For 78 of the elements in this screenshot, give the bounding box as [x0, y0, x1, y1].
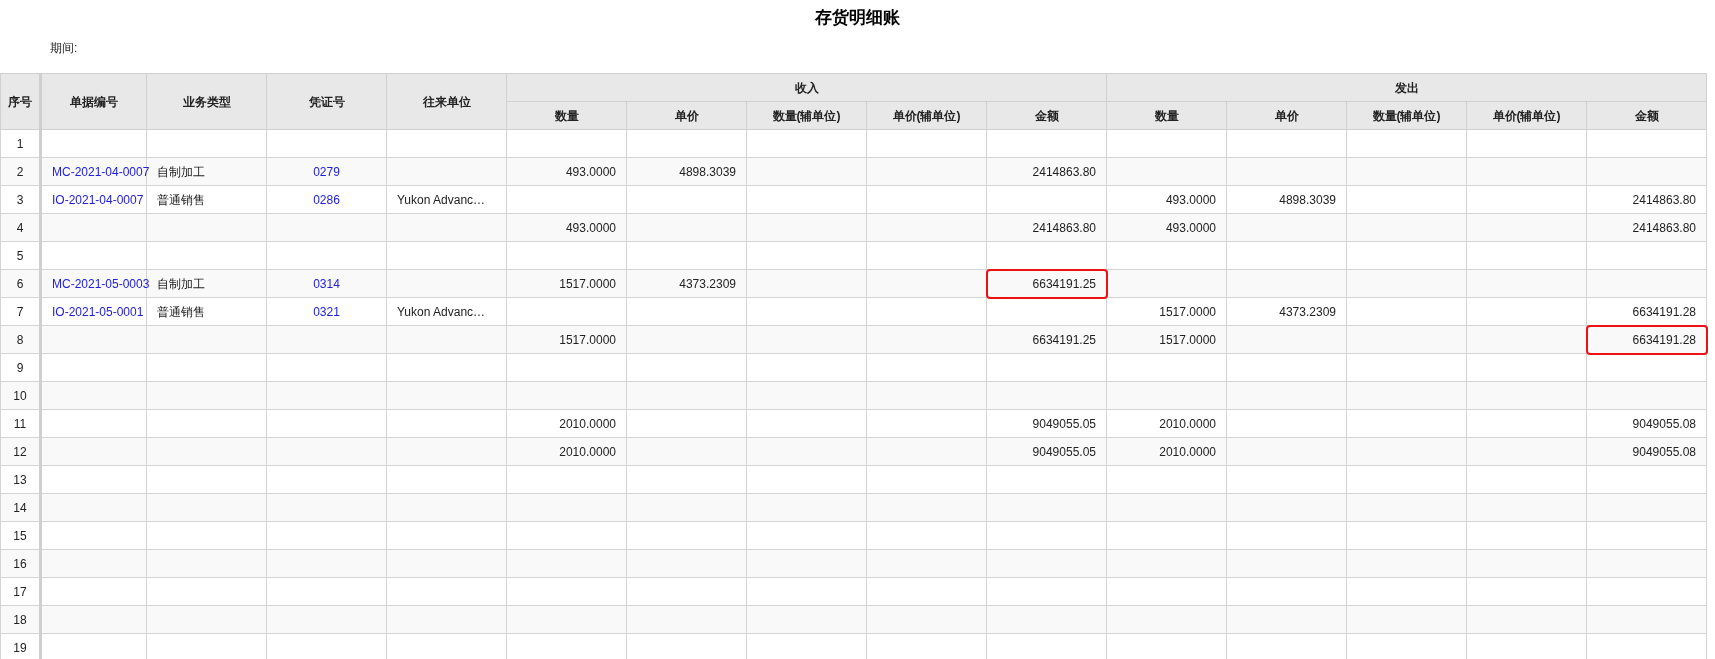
row-number: 2: [0, 157, 41, 186]
row-number: 18: [0, 605, 41, 634]
table-cell: 1517.0000: [506, 269, 627, 298]
voucher-link[interactable]: 0314: [266, 269, 387, 298]
table-cell: 493.0000: [1106, 185, 1227, 214]
table-cell: 4898.3039: [1226, 185, 1347, 214]
column-header: 金额: [1586, 101, 1707, 130]
row-number: 10: [0, 381, 41, 410]
column-header: 往来单位: [386, 73, 507, 130]
document-link[interactable]: IO-2021-05-0001: [40, 297, 147, 326]
column-header: 序号: [0, 73, 41, 130]
column-header: 单价: [626, 101, 747, 130]
column-header: 单据编号: [40, 73, 147, 130]
table-cell: 2414863.80: [1586, 185, 1707, 214]
column-header: 单价: [1226, 101, 1347, 130]
table-cell: Yukon Advanc…: [386, 297, 507, 326]
table-cell: 6634191.25: [986, 269, 1107, 298]
table-cell: 9049055.05: [986, 409, 1107, 438]
row-number: 3: [0, 185, 41, 214]
table-cell: 6634191.25: [986, 325, 1107, 354]
table-cell: 2010.0000: [506, 409, 627, 438]
table-cell: 6634191.28: [1586, 325, 1707, 354]
table-cell: 普通销售: [146, 185, 267, 214]
table-cell: 493.0000: [506, 157, 627, 186]
table-cell: 9049055.08: [1586, 409, 1707, 438]
table-cell: 1517.0000: [1106, 297, 1227, 326]
voucher-link[interactable]: 0279: [266, 157, 387, 186]
row-number: 13: [0, 465, 41, 494]
table-cell: 普通销售: [146, 297, 267, 326]
table-cell: 4373.2309: [1226, 297, 1347, 326]
row-number: 5: [0, 241, 41, 270]
column-header: 数量(辅单位): [746, 101, 867, 130]
column-header: 单价(辅单位): [866, 101, 987, 130]
column-header: 数量(辅单位): [1346, 101, 1467, 130]
column-group-header: 收入: [506, 73, 1107, 102]
row-number: 14: [0, 493, 41, 522]
table-cell: 2414863.80: [1586, 213, 1707, 242]
table-cell: 1517.0000: [506, 325, 627, 354]
row-number: 7: [0, 297, 41, 326]
column-header: 凭证号: [266, 73, 387, 130]
row-number: 1: [0, 129, 41, 158]
document-link[interactable]: MC-2021-04-0007: [40, 157, 147, 186]
table-cell: 1517.0000: [1106, 325, 1227, 354]
table-cell: Yukon Advanc…: [386, 185, 507, 214]
table-cell: 4373.2309: [626, 269, 747, 298]
row-number: 8: [0, 325, 41, 354]
voucher-link[interactable]: 0286: [266, 185, 387, 214]
table-cell: 2010.0000: [1106, 409, 1227, 438]
document-link[interactable]: IO-2021-04-0007: [40, 185, 147, 214]
column-header: 数量: [1106, 101, 1227, 130]
document-link[interactable]: MC-2021-05-0003: [40, 269, 147, 298]
row-number: 9: [0, 353, 41, 382]
table-cell: 6634191.28: [1586, 297, 1707, 326]
table-cell: 2414863.80: [986, 213, 1107, 242]
table-cell: 9049055.08: [1586, 437, 1707, 466]
table-cell: 2010.0000: [1106, 437, 1227, 466]
period-label: 期间:: [50, 40, 78, 57]
table-cell: 2414863.80: [986, 157, 1107, 186]
column-header: 业务类型: [146, 73, 267, 130]
row-number: 6: [0, 269, 41, 298]
column-group-header: 发出: [1106, 73, 1707, 102]
table-cell: 493.0000: [1106, 213, 1227, 242]
row-number: 17: [0, 577, 41, 606]
table-cell: 493.0000: [506, 213, 627, 242]
row-number: 16: [0, 549, 41, 578]
row-number: 11: [0, 409, 41, 438]
table-cell: 2010.0000: [506, 437, 627, 466]
row-number: 15: [0, 521, 41, 550]
column-header: 单价(辅单位): [1466, 101, 1587, 130]
row-number: 12: [0, 437, 41, 466]
voucher-link[interactable]: 0321: [266, 297, 387, 326]
row-number: 4: [0, 213, 41, 242]
row-number: 19: [0, 633, 41, 659]
table-cell: 9049055.05: [986, 437, 1107, 466]
report-title: 存货明细账: [815, 7, 900, 30]
table-cell: 4898.3039: [626, 157, 747, 186]
column-header: 数量: [506, 101, 627, 130]
column-header: 金额: [986, 101, 1107, 130]
